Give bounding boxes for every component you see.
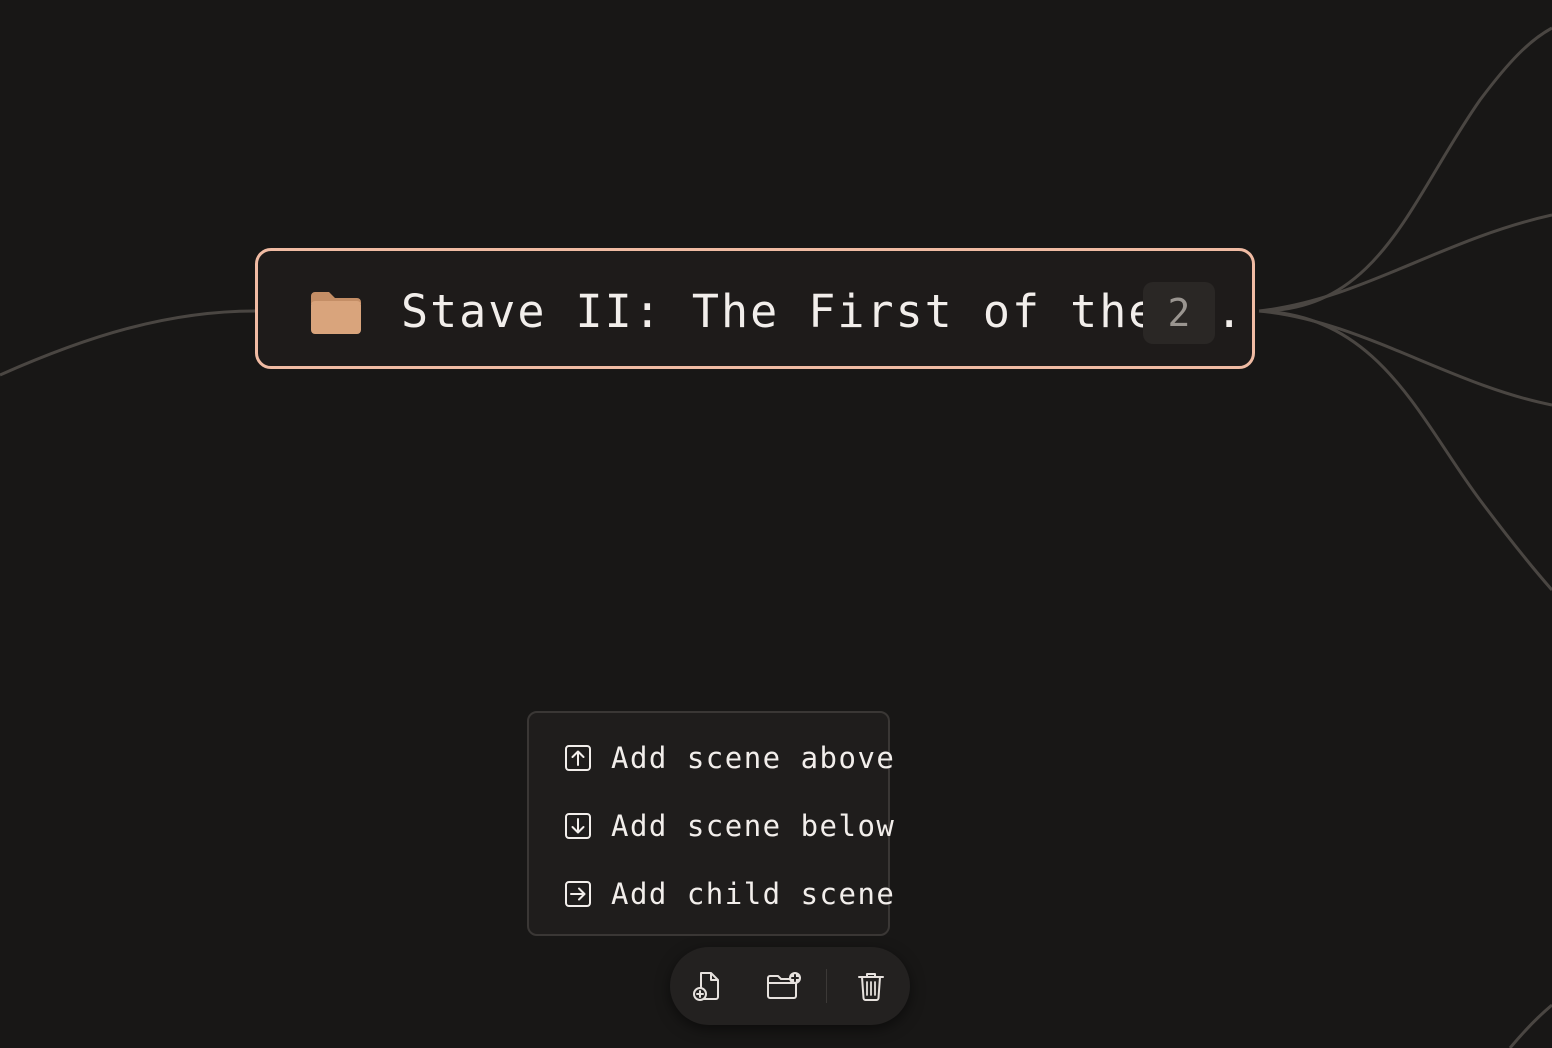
arrow-right-square-icon	[565, 881, 591, 907]
add-folder-icon	[767, 972, 801, 999]
connector-line-top	[1258, 26, 1552, 313]
folder-icon	[311, 292, 361, 334]
node-toolbar	[670, 947, 910, 1025]
connector-line-corner	[1508, 1003, 1552, 1048]
add-scene-menu: Add scene above Add scene below Add chil…	[527, 711, 894, 936]
connector-line-left	[0, 309, 256, 377]
trash-icon	[858, 973, 884, 1001]
menu-item-label: Add scene above	[611, 741, 896, 775]
add-document-icon	[693, 972, 719, 1001]
menu-item-label: Add scene below	[611, 809, 896, 843]
delete-button[interactable]	[851, 966, 891, 1006]
connector-line-upper	[1258, 213, 1552, 313]
menu-item-add-scene-above[interactable]: Add scene above	[529, 727, 894, 787]
scene-node[interactable]: Stave II: The First of the... 2	[255, 248, 1255, 369]
menu-item-label: Add child scene	[611, 877, 896, 911]
arrow-up-square-icon	[565, 745, 591, 771]
add-document-button[interactable]	[687, 966, 727, 1006]
mind-map-canvas[interactable]: Stave II: The First of the... 2 Add scen…	[0, 0, 1552, 1048]
toolbar-divider	[826, 969, 827, 1003]
add-folder-button[interactable]	[764, 966, 804, 1006]
node-title[interactable]: Stave II: The First of the...	[401, 284, 1245, 340]
menu-item-add-scene-below[interactable]: Add scene below	[529, 795, 894, 855]
connector-line-lower	[1258, 309, 1552, 407]
menu-item-add-child-scene[interactable]: Add child scene	[529, 863, 894, 923]
child-count-badge: 2	[1143, 282, 1215, 344]
connector-line-bottom	[1258, 309, 1552, 591]
arrow-down-square-icon	[565, 813, 591, 839]
